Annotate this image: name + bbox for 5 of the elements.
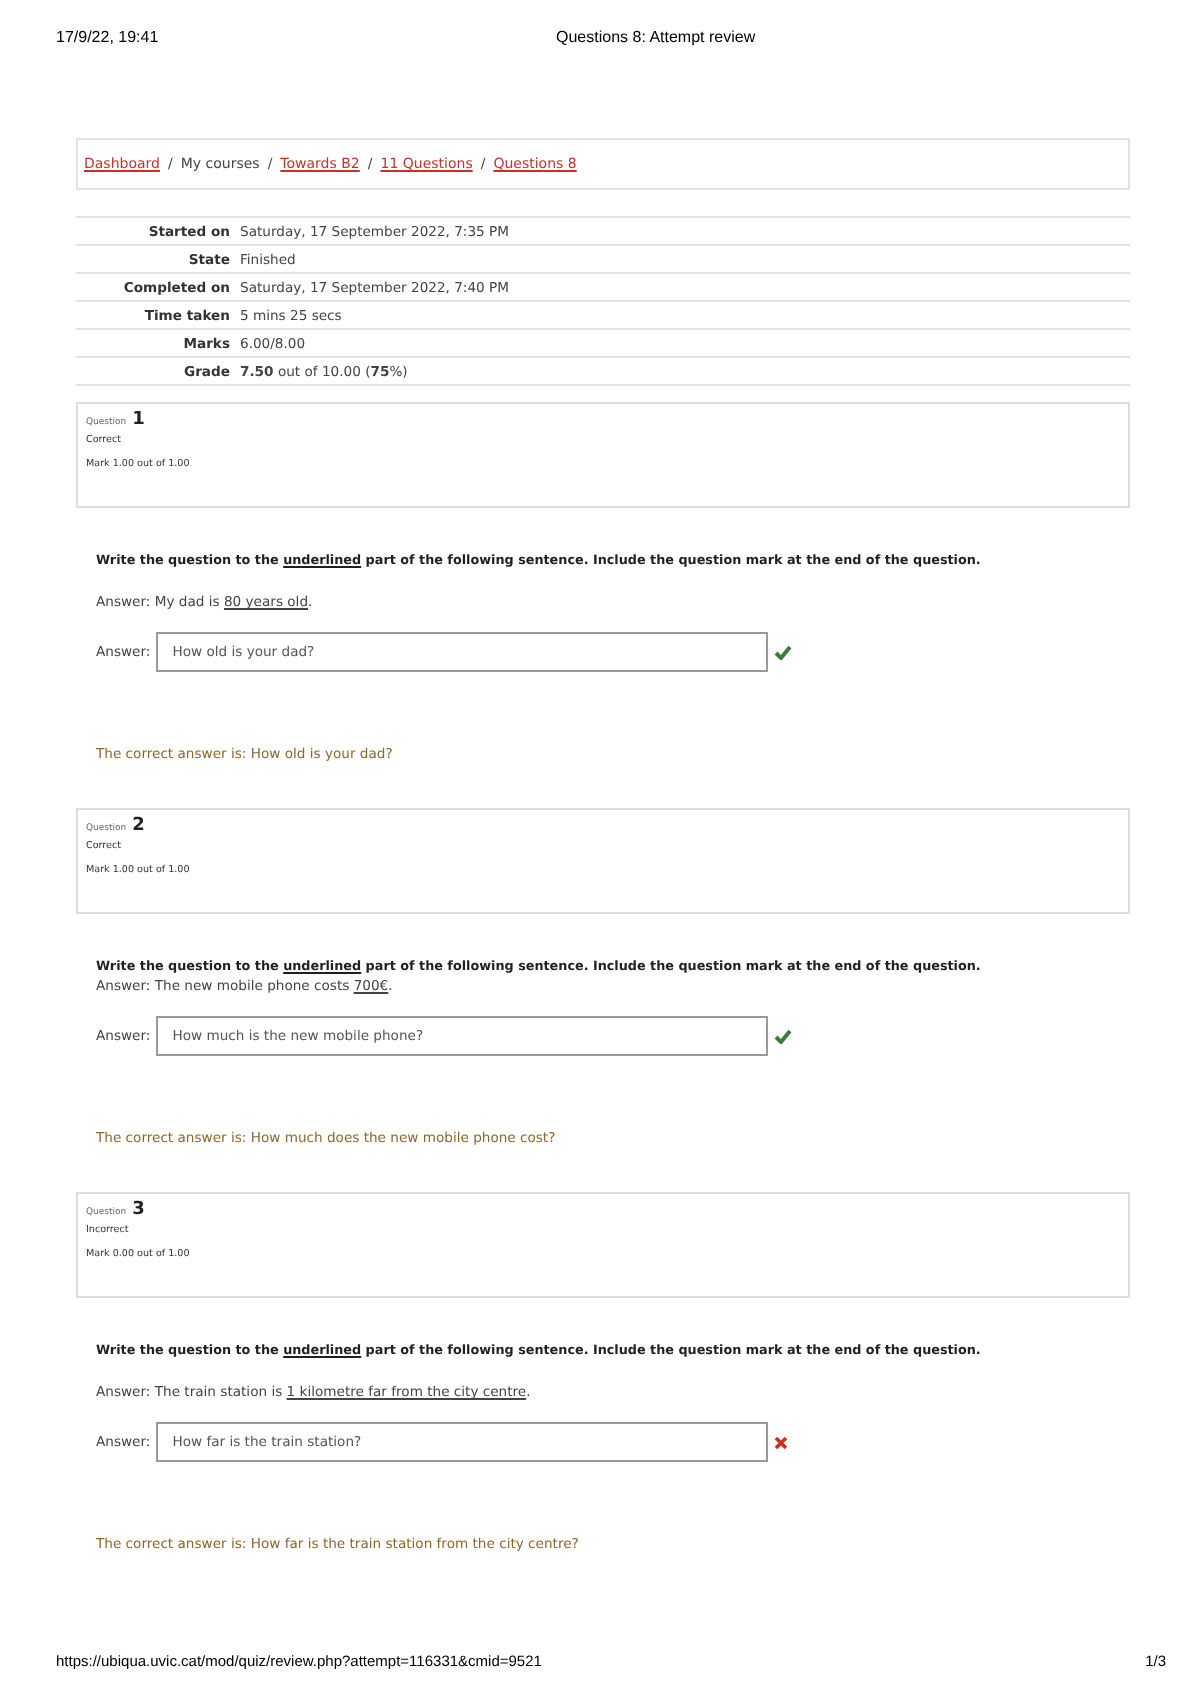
print-date: 17/9/22, 19:41 — [56, 28, 161, 50]
print-title: Questions 8: Attempt review — [556, 28, 756, 50]
question-number: 1 — [132, 410, 145, 430]
question-number: 2 — [132, 816, 145, 836]
question-number: 3 — [132, 1200, 145, 1220]
